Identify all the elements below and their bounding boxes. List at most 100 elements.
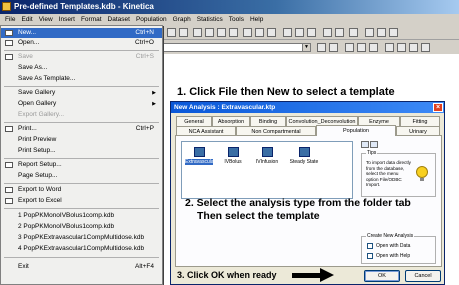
tab-population[interactable]: Population: [316, 125, 396, 136]
menu-item-export-word[interactable]: Export to Word: [1, 185, 162, 195]
menu-statistics[interactable]: Statistics: [194, 14, 226, 25]
menu-format[interactable]: Format: [78, 14, 105, 25]
menu-dataset[interactable]: Dataset: [105, 14, 133, 25]
menu-separator: [4, 183, 159, 184]
select-icon[interactable]: [385, 43, 394, 52]
list-view-icon[interactable]: [370, 141, 378, 148]
menu-item-export-excel[interactable]: Export to Excel: [1, 196, 162, 206]
tips-label: Tips: [366, 150, 378, 156]
menu-item-print[interactable]: Print... Ctrl+P: [1, 124, 162, 134]
template-icon: [227, 147, 239, 157]
menu-item-open[interactable]: Open... Ctrl+O: [1, 38, 162, 48]
menu-item-print-setup[interactable]: Print Setup...: [1, 146, 162, 156]
menu-separator: [4, 208, 159, 209]
template-extravascular[interactable]: Extravascular: [185, 147, 215, 173]
link-icon[interactable]: [397, 43, 406, 52]
help-icon[interactable]: [179, 28, 188, 37]
report-icon: [5, 162, 13, 168]
file-menu: New... Ctrl+N Open... Ctrl+O Save Ctrl+S…: [0, 25, 163, 285]
menu-item-open-gallery[interactable]: Open Gallery ▶: [1, 99, 162, 109]
paint-icon[interactable]: [349, 28, 358, 37]
menu-tools[interactable]: Tools: [226, 14, 247, 25]
plot-icon[interactable]: [369, 43, 378, 52]
zoom-out-icon[interactable]: [255, 28, 264, 37]
new-file-icon: [5, 30, 13, 36]
undo-icon[interactable]: [409, 43, 418, 52]
menu-item-save-as[interactable]: Save As...: [1, 63, 162, 73]
fit-icon[interactable]: [345, 43, 354, 52]
align-center-icon[interactable]: [295, 28, 304, 37]
bold-icon[interactable]: [323, 28, 332, 37]
ok-button[interactable]: OK: [364, 270, 400, 282]
menu-separator: [4, 50, 159, 51]
template-ivinfusion[interactable]: IVInfusion: [253, 147, 281, 173]
chart-icon[interactable]: [217, 28, 226, 37]
menu-edit[interactable]: Edit: [18, 14, 35, 25]
play-icon[interactable]: [317, 43, 326, 52]
font-combo[interactable]: ▼: [163, 43, 311, 52]
tab-fitting[interactable]: Fitting: [400, 116, 440, 126]
new-analysis-dialog: New Analysis : Extravascular.ktp × Gener…: [170, 101, 445, 285]
template-icon: [298, 147, 310, 157]
menu-item-new[interactable]: New... Ctrl+N: [1, 28, 162, 38]
step2-line2: Then select the template: [197, 210, 320, 222]
table-icon[interactable]: [205, 28, 214, 37]
tab-absorption[interactable]: Absorption: [212, 116, 250, 126]
close-icon[interactable]: ×: [433, 103, 443, 112]
tab-binding[interactable]: Binding: [250, 116, 286, 126]
redo-icon[interactable]: [421, 43, 430, 52]
step2-line1: 2. Select the analysis type from the fol…: [185, 197, 411, 209]
checkbox-box[interactable]: [367, 243, 373, 249]
parameters-icon[interactable]: [357, 43, 366, 52]
rotate-icon[interactable]: [377, 28, 386, 37]
format-toolbar: ▼: [163, 40, 459, 54]
tab-general[interactable]: General: [176, 116, 212, 126]
menu-separator: [4, 257, 159, 258]
menu-item-recent-1[interactable]: 1 PopPKMonoIVBolus1comp.kdb: [1, 211, 162, 221]
chevron-down-icon[interactable]: ▼: [302, 44, 310, 51]
dataset-icon[interactable]: [193, 28, 202, 37]
open-with-data-checkbox[interactable]: Open with Data: [367, 243, 437, 250]
menu-bar: File Edit View Insert Format Dataset Pop…: [0, 14, 459, 25]
menu-file[interactable]: File: [2, 14, 18, 25]
menu-item-recent-2[interactable]: 2 PopPKMonoIVBolus1comp.kdb: [1, 222, 162, 232]
menu-insert[interactable]: Insert: [56, 14, 78, 25]
menu-help[interactable]: Help: [247, 14, 266, 25]
checkbox-box[interactable]: [367, 253, 373, 259]
cut-icon[interactable]: [167, 28, 176, 37]
printer-icon: [5, 126, 13, 132]
open-with-help-checkbox[interactable]: Open with Help: [367, 253, 437, 260]
axis-icon[interactable]: [389, 28, 398, 37]
template-steady-state[interactable]: Steady State: [287, 147, 321, 173]
menu-item-save-gallery[interactable]: Save Gallery ▶: [1, 88, 162, 98]
menu-item-recent-4[interactable]: 4 PopPKExtravascular1CompMultidose.kdb: [1, 244, 162, 254]
zoom-fit-icon[interactable]: [267, 28, 276, 37]
align-right-icon[interactable]: [307, 28, 316, 37]
tips-area: Tips To import data directly from the da…: [361, 141, 436, 199]
large-icons-icon[interactable]: [361, 141, 369, 148]
cursor-icon[interactable]: [365, 28, 374, 37]
menu-item-page-setup[interactable]: Page Setup...: [1, 171, 162, 181]
step1-annotation: 1. Click File then New to select a templ…: [177, 86, 395, 98]
template-ivbolus[interactable]: IVBolus: [219, 147, 247, 173]
zoom-in-icon[interactable]: [243, 28, 252, 37]
menu-view[interactable]: View: [36, 14, 56, 25]
menu-separator: [4, 86, 159, 87]
next-icon[interactable]: [329, 43, 338, 52]
menu-item-save[interactable]: Save Ctrl+S: [1, 52, 162, 62]
menu-item-print-preview[interactable]: Print Preview: [1, 135, 162, 145]
menu-item-exit[interactable]: Exit Alt+F4: [1, 262, 162, 272]
graph-icon[interactable]: [229, 28, 238, 37]
italic-icon[interactable]: [335, 28, 344, 37]
dialog-title: New Analysis : Extravascular.ktp: [171, 102, 444, 113]
menu-item-export-gallery[interactable]: Export Gallery...: [1, 110, 162, 120]
menu-item-recent-3[interactable]: 3 PopPKExtravascular1CompMultidose.kdb: [1, 233, 162, 243]
word-icon: [5, 187, 13, 193]
menu-item-report-setup[interactable]: Report Setup...: [1, 160, 162, 170]
menu-graph[interactable]: Graph: [170, 14, 194, 25]
step2-annotation: 2. Select the analysis type from the fol…: [185, 197, 411, 223]
menu-item-save-as-template[interactable]: Save As Template...: [1, 74, 162, 84]
menu-population[interactable]: Population: [133, 14, 170, 25]
align-left-icon[interactable]: [283, 28, 292, 37]
cancel-button[interactable]: Cancel: [405, 270, 441, 282]
